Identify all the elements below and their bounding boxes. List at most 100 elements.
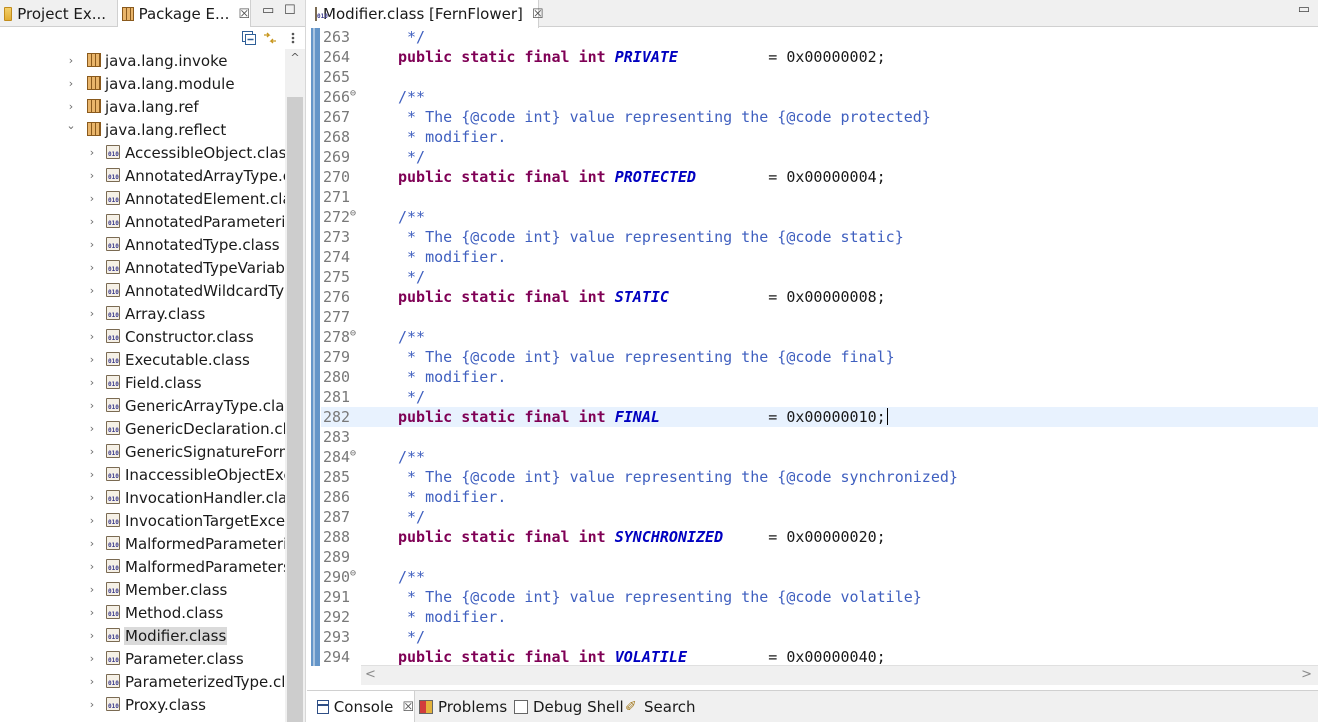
tree-class-row[interactable]: › Field.class bbox=[0, 371, 285, 394]
chevron-right-icon[interactable]: › bbox=[87, 169, 97, 182]
tab-project-explorer[interactable]: Project Ex... bbox=[4, 0, 106, 27]
chevron-right-icon[interactable]: › bbox=[87, 652, 97, 665]
tree-class-row[interactable]: › MalformedParameterize bbox=[0, 532, 285, 555]
tab-debug-shell[interactable]: Debug Shell bbox=[514, 691, 624, 722]
tree-package-row[interactable]: › java.lang.module bbox=[0, 72, 285, 95]
collapse-all-icon[interactable] bbox=[242, 31, 256, 45]
chevron-right-icon[interactable]: › bbox=[66, 54, 76, 67]
chevron-right-icon[interactable]: › bbox=[87, 238, 97, 251]
chevron-right-icon[interactable]: › bbox=[87, 606, 97, 619]
tree-class-row[interactable]: › AccessibleObject.class bbox=[0, 141, 285, 164]
code-line[interactable]: 281 */ bbox=[321, 387, 1318, 407]
code-line[interactable]: 269 */ bbox=[321, 147, 1318, 167]
chevron-right-icon[interactable]: › bbox=[87, 445, 97, 458]
chevron-right-icon[interactable]: › bbox=[87, 307, 97, 320]
tree-package-row[interactable]: › java.lang.ref bbox=[0, 95, 285, 118]
chevron-right-icon[interactable]: › bbox=[87, 698, 97, 711]
tree-class-row[interactable]: › Executable.class bbox=[0, 348, 285, 371]
code-line[interactable]: 275 */ bbox=[321, 267, 1318, 287]
tree-vertical-scrollbar[interactable]: ^ bbox=[285, 49, 305, 722]
code-line[interactable]: 290 ⊖ /** bbox=[321, 567, 1318, 587]
chevron-right-icon[interactable]: › bbox=[87, 675, 97, 688]
chevron-right-icon[interactable]: › bbox=[66, 77, 76, 90]
code-line[interactable]: 291 * The {@code int} value representing… bbox=[321, 587, 1318, 607]
chevron-right-icon[interactable]: › bbox=[87, 399, 97, 412]
tree-class-row[interactable]: › Method.class bbox=[0, 601, 285, 624]
tree-class-row[interactable]: › Parameter.class bbox=[0, 647, 285, 670]
code-line[interactable]: 289 bbox=[321, 547, 1318, 567]
fold-toggle-icon[interactable]: ⊖ bbox=[350, 564, 356, 584]
fold-toggle-icon[interactable]: ⊖ bbox=[350, 204, 356, 224]
code-line[interactable]: 287 */ bbox=[321, 507, 1318, 527]
code-line[interactable]: 268 * modifier. bbox=[321, 127, 1318, 147]
code-line[interactable]: 278 ⊖ /** bbox=[321, 327, 1318, 347]
code-line[interactable]: 294 public static final int VOLATILE = 0x… bbox=[321, 647, 1318, 665]
tree-class-row[interactable]: › Array.class bbox=[0, 302, 285, 325]
code-line[interactable]: 277 bbox=[321, 307, 1318, 327]
tree-package-row[interactable]: ⌄ java.lang.reflect bbox=[0, 118, 285, 141]
close-icon[interactable]: ☒ bbox=[532, 7, 544, 22]
code-line[interactable]: 285 * The {@code int} value representing… bbox=[321, 467, 1318, 487]
tab-modifier-class[interactable]: Modifier.class [FernFlower] ☒ bbox=[307, 0, 544, 28]
tree-class-row[interactable]: › InvocationTargetExcept bbox=[0, 509, 285, 532]
chevron-right-icon[interactable]: › bbox=[87, 192, 97, 205]
code-line[interactable]: 264 public static final int PRIVATE = 0x0… bbox=[321, 47, 1318, 67]
maximize-icon[interactable]: ☐ bbox=[284, 3, 296, 18]
chevron-right-icon[interactable]: › bbox=[87, 629, 97, 642]
tree-class-row[interactable]: › Member.class bbox=[0, 578, 285, 601]
scroll-left-icon[interactable]: < bbox=[365, 667, 376, 682]
tree-class-row[interactable]: › AnnotatedParameterize bbox=[0, 210, 285, 233]
tree-class-row[interactable]: › ParameterizedType.class bbox=[0, 670, 285, 693]
chevron-right-icon[interactable]: › bbox=[87, 215, 97, 228]
fold-toggle-icon[interactable]: ⊖ bbox=[350, 444, 356, 464]
code-editor[interactable]: 263 */264 public static final int PRIVATE… bbox=[321, 28, 1318, 665]
chevron-right-icon[interactable]: › bbox=[87, 560, 97, 573]
tab-problems[interactable]: Problems bbox=[419, 691, 507, 722]
code-line[interactable]: 284 ⊖ /** bbox=[321, 447, 1318, 467]
code-line[interactable]: 288 public static final int SYNCHRONIZED … bbox=[321, 527, 1318, 547]
editor-horizontal-scrollbar[interactable]: < > bbox=[361, 665, 1318, 685]
fold-toggle-icon[interactable]: ⊖ bbox=[350, 84, 356, 104]
tree-class-row[interactable]: › InaccessibleObjectExcep bbox=[0, 463, 285, 486]
scroll-right-icon[interactable]: > bbox=[1301, 667, 1312, 682]
code-line[interactable]: 286 * modifier. bbox=[321, 487, 1318, 507]
close-icon[interactable]: ☒ bbox=[402, 700, 414, 715]
fold-toggle-icon[interactable]: ⊖ bbox=[350, 324, 356, 344]
tab-package-explorer[interactable]: Package E... ☒ bbox=[117, 0, 251, 28]
tree-class-row[interactable]: › AnnotatedTypeVariable bbox=[0, 256, 285, 279]
view-menu-icon[interactable] bbox=[286, 31, 300, 45]
minimize-icon[interactable]: ▭ bbox=[1298, 2, 1310, 17]
chevron-right-icon[interactable]: › bbox=[87, 353, 97, 366]
tree-class-row[interactable]: › GenericSignatureForma bbox=[0, 440, 285, 463]
chevron-right-icon[interactable]: › bbox=[87, 468, 97, 481]
chevron-right-icon[interactable]: › bbox=[66, 100, 76, 113]
tab-search[interactable]: ✐ Search bbox=[625, 691, 696, 722]
code-line[interactable]: 270 public static final int PROTECTED = 0… bbox=[321, 167, 1318, 187]
chevron-right-icon[interactable]: › bbox=[87, 491, 97, 504]
tab-console[interactable]: Console ☒ bbox=[307, 691, 415, 722]
tree-class-row[interactable]: › AnnotatedWildcardType bbox=[0, 279, 285, 302]
tree-class-row[interactable]: › GenericDeclaration.clas bbox=[0, 417, 285, 440]
code-line[interactable]: 265 bbox=[321, 67, 1318, 87]
tree-class-row[interactable]: › Proxy.class bbox=[0, 693, 285, 716]
code-line[interactable]: 263 */ bbox=[321, 28, 1318, 47]
code-line[interactable]: 283 bbox=[321, 427, 1318, 447]
tree-class-row[interactable]: › AnnotatedElement.class bbox=[0, 187, 285, 210]
tree-class-row[interactable]: › Modifier.class bbox=[0, 624, 285, 647]
chevron-right-icon[interactable]: › bbox=[87, 514, 97, 527]
scrollbar-thumb[interactable] bbox=[287, 97, 303, 722]
code-line[interactable]: 266 ⊖ /** bbox=[321, 87, 1318, 107]
code-line[interactable]: 293 */ bbox=[321, 627, 1318, 647]
tree-package-row[interactable]: › java.lang.invoke bbox=[0, 49, 285, 72]
code-line[interactable]: 273 * The {@code int} value representing… bbox=[321, 227, 1318, 247]
chevron-right-icon[interactable]: › bbox=[87, 284, 97, 297]
chevron-right-icon[interactable]: › bbox=[87, 537, 97, 550]
chevron-right-icon[interactable]: › bbox=[87, 146, 97, 159]
scroll-up-icon[interactable]: ^ bbox=[285, 51, 305, 64]
tree-class-row[interactable]: › AnnotatedArrayType.cla bbox=[0, 164, 285, 187]
code-line[interactable]: 292 * modifier. bbox=[321, 607, 1318, 627]
close-icon[interactable]: ☒ bbox=[238, 7, 250, 22]
code-line[interactable]: 271 bbox=[321, 187, 1318, 207]
tree-class-row[interactable]: › GenericArrayType.class bbox=[0, 394, 285, 417]
code-line[interactable]: 272 ⊖ /** bbox=[321, 207, 1318, 227]
